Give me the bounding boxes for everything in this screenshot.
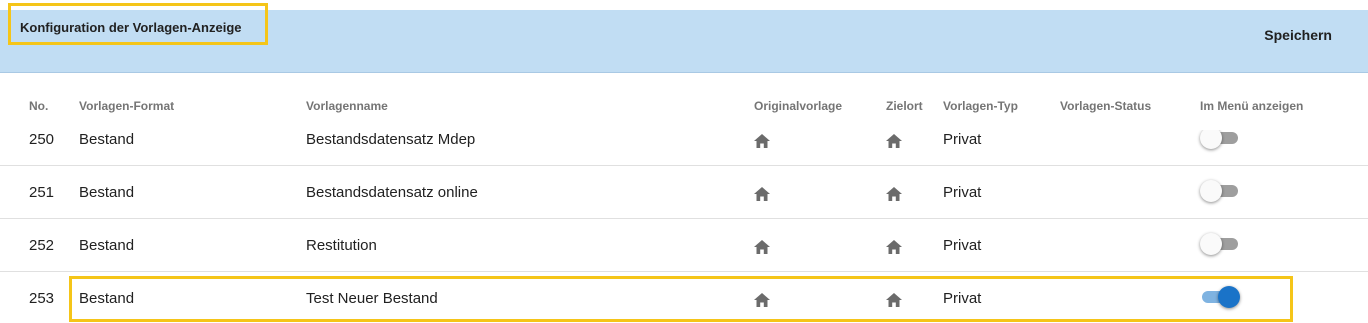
page-header: Konfiguration der Vorlagen-Anzeige Speic… <box>0 3 1368 73</box>
column-header-format[interactable]: Vorlagen-Format <box>79 99 174 113</box>
page-title: Konfiguration der Vorlagen-Anzeige <box>20 20 242 35</box>
column-header-type[interactable]: Vorlagen-Typ <box>943 99 1018 113</box>
home-icon <box>886 134 902 148</box>
home-icon <box>754 134 770 148</box>
row-number: 250 <box>29 131 55 148</box>
row-name: Restitution <box>306 237 377 254</box>
row-format: Bestand <box>79 131 135 148</box>
column-header-target[interactable]: Zielort <box>886 99 923 113</box>
row-highlight-box <box>69 276 1293 322</box>
home-icon <box>886 187 902 201</box>
column-header-no[interactable]: No. <box>29 99 48 113</box>
column-header-original[interactable]: Originalvorlage <box>754 99 842 113</box>
row-number: 251 <box>29 184 55 201</box>
row-type: Privat <box>943 237 982 254</box>
row-name: Bestandsdatensatz online <box>306 184 478 201</box>
show-in-menu-toggle[interactable] <box>1200 233 1240 255</box>
home-icon <box>886 240 902 254</box>
save-button[interactable]: Speichern <box>1264 27 1332 43</box>
row-number: 252 <box>29 237 55 254</box>
table-header: No. Vorlagen-Format Vorlagenname Origina… <box>0 72 1368 130</box>
row-type: Privat <box>943 131 982 148</box>
table-row[interactable]: 251 Bestand Bestandsdatensatz online Pri… <box>0 166 1368 219</box>
show-in-menu-toggle[interactable] <box>1200 130 1240 149</box>
toggle-knob <box>1200 233 1222 255</box>
toggle-knob <box>1200 180 1222 202</box>
column-header-status[interactable]: Vorlagen-Status <box>1060 99 1151 113</box>
home-icon <box>754 240 770 254</box>
row-name: Bestandsdatensatz Mdep <box>306 131 476 148</box>
home-icon <box>754 187 770 201</box>
column-header-show-in-menu[interactable]: Im Menü anzeigen <box>1200 99 1303 113</box>
column-header-name[interactable]: Vorlagenname <box>306 99 388 113</box>
show-in-menu-toggle[interactable] <box>1200 180 1240 202</box>
table-row[interactable]: 250 Bestand Bestandsdatensatz Mdep Priva… <box>0 130 1368 166</box>
row-format: Bestand <box>79 184 135 201</box>
row-number: 253 <box>29 290 55 307</box>
row-type: Privat <box>943 184 982 201</box>
row-format: Bestand <box>79 237 135 254</box>
table-row[interactable]: 252 Bestand Restitution Privat <box>0 219 1368 272</box>
toggle-knob <box>1200 130 1222 149</box>
